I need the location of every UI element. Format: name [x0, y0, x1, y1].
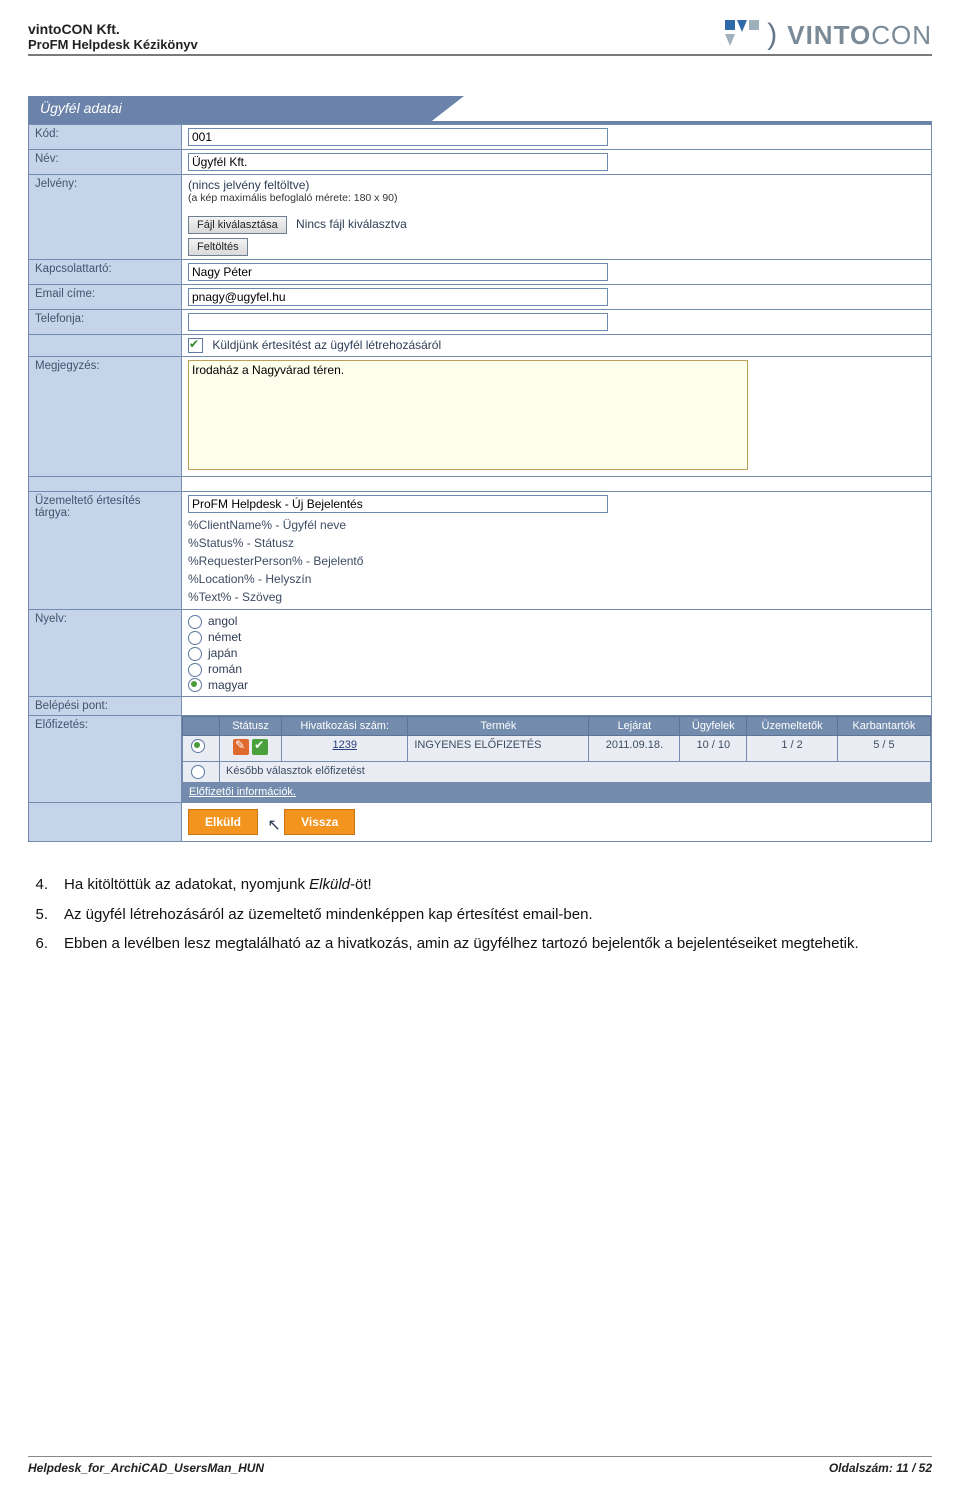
- status-ok-icon: [252, 739, 268, 755]
- list-text: Az ügyfél létrehozásáról az üzemeltető m…: [64, 902, 932, 928]
- label-nev: Név:: [29, 150, 182, 175]
- label-jelveny: Jelvény:: [29, 175, 182, 260]
- sub-radio-later[interactable]: [191, 765, 205, 779]
- app-form-screenshot: Ügyfél adatai Kód: Név: Jelvény: (nincs …: [28, 96, 932, 842]
- sub-radio-selected[interactable]: [191, 739, 205, 753]
- file-none-text: Nincs fájl kiválasztva: [296, 217, 407, 231]
- input-nev[interactable]: [188, 153, 608, 171]
- label-kapcs: Kapcsolattartó:: [29, 260, 182, 285]
- list-number: 4.: [28, 872, 48, 898]
- label-email: Email címe:: [29, 285, 182, 310]
- send-button[interactable]: Elküld: [188, 809, 258, 835]
- subhdr-expiry: Lejárat: [589, 717, 680, 736]
- label-kod: Kód:: [29, 125, 182, 150]
- sub-later-text: Később választok előfizetést: [220, 762, 931, 783]
- lang-radio[interactable]: [188, 615, 202, 629]
- placeholder-list: %ClientName% - Ügyfél neve%Status% - Stá…: [188, 516, 925, 606]
- sub-expiry: 2011.09.18.: [589, 736, 680, 762]
- lang-radio[interactable]: [188, 678, 202, 692]
- sub-product: INGYENES ELŐFIZETÉS: [408, 736, 589, 762]
- sub-maint: 5 / 5: [837, 736, 930, 762]
- label-telefon: Telefonja:: [29, 310, 182, 335]
- logo-paren-icon: ): [767, 18, 777, 52]
- subhdr-status: Státusz: [220, 717, 282, 736]
- placeholder-item: %Text% - Szöveg: [188, 588, 925, 606]
- cursor-icon: ↖: [267, 815, 280, 835]
- vintocon-logo: ) VINTOCON: [725, 18, 932, 52]
- input-kod[interactable]: [188, 128, 608, 146]
- sub-info-link[interactable]: Előfizetői információk.: [189, 786, 296, 798]
- lang-radio[interactable]: [188, 663, 202, 677]
- lang-label: angol: [208, 614, 237, 628]
- sub-ref-link[interactable]: 1239: [332, 739, 356, 751]
- list-number: 5.: [28, 902, 48, 928]
- label-notify: [29, 335, 182, 357]
- subhdr-product: Termék: [408, 717, 589, 736]
- textarea-note[interactable]: [188, 360, 748, 470]
- badge-none-text: (nincs jelvény feltöltve): [188, 178, 925, 192]
- subhdr-ref: Hivatkozási szám:: [282, 717, 408, 736]
- logo-text: VINTOCON: [787, 20, 932, 51]
- sub-clients: 10 / 10: [680, 736, 747, 762]
- upload-button[interactable]: Feltöltés: [188, 238, 248, 256]
- label-megj: Megjegyzés:: [29, 357, 182, 477]
- list-number: 6.: [28, 931, 48, 957]
- back-button[interactable]: Vissza: [284, 809, 355, 835]
- logo-mark-icon: [725, 20, 759, 51]
- subhdr-maint: Karbantartók: [837, 717, 930, 736]
- list-text: Ha kitöltöttük az adatokat, nyomjunk Elk…: [64, 872, 932, 898]
- lang-label: japán: [208, 646, 237, 660]
- list-text: Ebben a levélben lesz megtalálható az a …: [64, 931, 932, 957]
- input-phone[interactable]: [188, 313, 608, 331]
- placeholder-item: %Status% - Státusz: [188, 534, 925, 552]
- label-belepes: Belépési pont:: [29, 697, 182, 716]
- instruction-text: 4. Ha kitöltöttük az adatokat, nyomjunk E…: [28, 872, 932, 957]
- lang-radio[interactable]: [188, 647, 202, 661]
- input-subject[interactable]: [188, 495, 608, 513]
- label-uzem: Üzemeltető értesítés tárgya:: [29, 492, 182, 610]
- input-email[interactable]: [188, 288, 608, 306]
- placeholder-item: %ClientName% - Ügyfél neve: [188, 516, 925, 534]
- lang-label: magyar: [208, 678, 248, 692]
- doc-title: ProFM Helpdesk Kézikönyv: [28, 37, 198, 52]
- subhdr-operators: Üzemeltetők: [747, 717, 838, 736]
- label-nyelv: Nyelv:: [29, 610, 182, 697]
- sub-operators: 1 / 2: [747, 736, 838, 762]
- label-elofiz: Előfizetés:: [29, 716, 182, 803]
- footer-right: Oldalszám: 11 / 52: [829, 1461, 932, 1475]
- doc-header: vintoCON Kft. ProFM Helpdesk Kézikönyv )…: [28, 18, 932, 56]
- notify-label: Küldjünk értesítést az ügyfél létrehozás…: [212, 338, 441, 352]
- file-select-button[interactable]: Fájl kiválasztása: [188, 216, 287, 234]
- lang-label: német: [208, 630, 241, 644]
- input-contact[interactable]: [188, 263, 608, 281]
- lang-label: román: [208, 662, 242, 676]
- badge-size-hint: (a kép maximális befoglaló mérete: 180 x…: [188, 192, 925, 204]
- placeholder-item: %Location% - Helyszín: [188, 570, 925, 588]
- subhdr-clients: Ügyfelek: [680, 717, 747, 736]
- placeholder-item: %RequesterPerson% - Bejelentő: [188, 552, 925, 570]
- edit-icon[interactable]: [233, 739, 249, 755]
- footer-left: Helpdesk_for_ArchiCAD_UsersMan_HUN: [28, 1461, 264, 1475]
- lang-radio[interactable]: [188, 631, 202, 645]
- company-name: vintoCON Kft.: [28, 21, 198, 37]
- notify-checkbox[interactable]: [188, 338, 203, 353]
